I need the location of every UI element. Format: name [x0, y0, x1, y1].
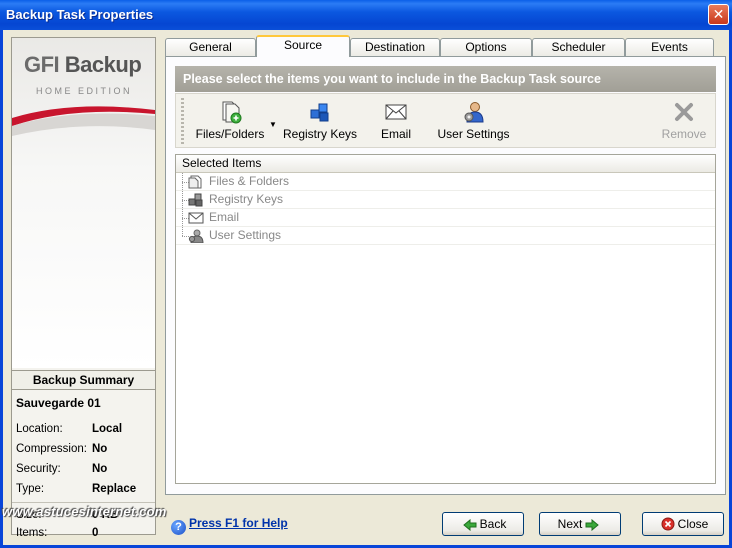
- summary-row-security: Security: No: [16, 463, 108, 475]
- tab-options[interactable]: Options: [440, 38, 532, 56]
- list-item-email[interactable]: Email: [176, 209, 715, 227]
- close-button[interactable]: Close: [642, 512, 724, 536]
- files-folders-icon: [188, 175, 202, 189]
- window-title: Backup Task Properties: [6, 7, 154, 22]
- files-folders-dropdown-icon[interactable]: ▼: [269, 120, 277, 129]
- watermark: www.astucesinternet.com: [2, 504, 167, 519]
- tab-destination[interactable]: Destination: [350, 38, 440, 56]
- files-folders-icon: [222, 101, 242, 124]
- email-icon: [188, 212, 204, 224]
- registry-keys-icon: [188, 193, 203, 207]
- help-icon: ?: [171, 520, 186, 535]
- backup-summary-title: Backup Summary: [12, 370, 155, 390]
- source-tab-panel: Please select the items you want to incl…: [165, 56, 726, 495]
- tab-scheduler[interactable]: Scheduler: [532, 38, 625, 56]
- source-toolbar: Files/Folders ▼ Registry Keys Email User…: [175, 93, 716, 148]
- email-label: Email: [380, 127, 411, 141]
- list-item-user-settings[interactable]: User Settings: [176, 227, 715, 245]
- backup-task-name: Sauvegarde 01: [16, 396, 101, 410]
- remove-label: Remove: [661, 127, 707, 141]
- summary-row-type: Type: Replace: [16, 483, 137, 495]
- tab-general[interactable]: General: [165, 38, 256, 56]
- edition-label: HOME EDITION: [36, 86, 133, 96]
- dialog-window: GFI Backup HOME EDITION Backup Summary S…: [0, 30, 732, 548]
- files-folders-label: Files/Folders: [195, 127, 265, 141]
- left-panel: GFI Backup HOME EDITION Backup Summary S…: [11, 37, 156, 539]
- files-folders-button[interactable]: Files/Folders: [190, 94, 270, 147]
- swoosh-decoration: [12, 106, 155, 136]
- list-item-registry-keys[interactable]: Registry Keys: [176, 191, 715, 209]
- title-bar: Backup Task Properties ✕: [0, 0, 732, 30]
- remove-button[interactable]: Remove: [654, 94, 714, 147]
- back-arrow-icon: [462, 519, 477, 531]
- registry-keys-button[interactable]: Registry Keys: [280, 94, 360, 147]
- tab-events[interactable]: Events: [625, 38, 714, 56]
- toolbar-grip[interactable]: [181, 98, 184, 144]
- tab-source[interactable]: Source: [256, 35, 350, 57]
- back-button[interactable]: Back: [442, 512, 524, 536]
- summary-row-items: Items: 0: [16, 527, 99, 539]
- logo: GFI Backup: [24, 52, 142, 77]
- source-banner: Please select the items you want to incl…: [175, 66, 716, 92]
- help-link[interactable]: ? Press F1 for Help: [171, 516, 288, 535]
- next-arrow-icon: [585, 519, 600, 531]
- summary-divider: [12, 502, 155, 503]
- registry-keys-icon: [310, 103, 329, 122]
- summary-row-location: Location: Local: [16, 423, 123, 435]
- logo-area: GFI Backup HOME EDITION: [12, 38, 155, 368]
- email-icon: [385, 104, 407, 120]
- close-icon[interactable]: ✕: [708, 4, 729, 25]
- list-item-files-folders[interactable]: Files & Folders: [176, 173, 715, 191]
- selected-items-header: Selected Items: [176, 155, 715, 173]
- user-settings-icon: [188, 229, 204, 243]
- close-circle-icon: [661, 517, 675, 531]
- registry-keys-label: Registry Keys: [282, 127, 358, 141]
- next-button[interactable]: Next: [539, 512, 621, 536]
- selected-items-list[interactable]: Selected Items Files & Folders Registry …: [175, 154, 716, 484]
- user-settings-button[interactable]: User Settings: [431, 94, 516, 147]
- remove-icon: [675, 103, 693, 121]
- user-settings-label: User Settings: [437, 127, 510, 141]
- email-button[interactable]: Email: [366, 94, 426, 147]
- summary-row-compression: Compression: No: [16, 443, 108, 455]
- user-settings-icon: [464, 102, 484, 123]
